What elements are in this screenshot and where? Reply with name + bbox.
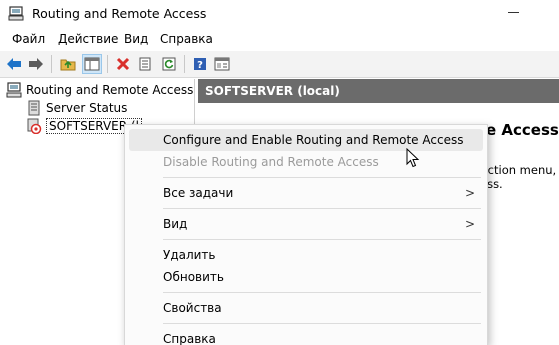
menu-view[interactable]: Вид xyxy=(124,32,148,46)
toolbar: ? xyxy=(0,51,559,78)
ctx-help[interactable]: Справка xyxy=(129,328,483,345)
server-icon xyxy=(6,82,22,98)
ctx-view[interactable]: Вид > xyxy=(129,213,483,235)
ctx-disable: Disable Routing and Remote Access xyxy=(163,155,379,169)
menu-separator xyxy=(163,239,481,240)
ctx-delete[interactable]: Удалить xyxy=(129,244,483,266)
svg-text:?: ? xyxy=(197,60,203,71)
mouse-cursor-icon xyxy=(406,148,420,168)
title-bar: Routing and Remote Access xyxy=(0,0,559,27)
show-hide-tree-icon[interactable] xyxy=(82,54,102,74)
details-text: Action menu, xyxy=(480,163,557,177)
details-heading: e Access xyxy=(486,121,559,139)
context-menu: Configure and Enable Routing and Remote … xyxy=(124,124,488,345)
details-header-title: SOFTSERVER (local) xyxy=(205,84,340,98)
server-stopped-icon xyxy=(27,118,42,134)
menu-file[interactable]: Файл xyxy=(12,32,45,46)
menu-separator xyxy=(163,323,481,324)
menu-separator xyxy=(163,292,481,293)
tree-item-server-status[interactable]: Server Status xyxy=(26,99,127,117)
tree-root-label: Routing and Remote Access xyxy=(26,83,194,97)
ctx-refresh[interactable]: Обновить xyxy=(129,266,483,288)
tree-root[interactable]: Routing and Remote Access xyxy=(6,81,193,99)
help-icon[interactable]: ? xyxy=(190,54,210,74)
menu-separator xyxy=(163,177,481,178)
up-folder-icon[interactable] xyxy=(58,54,78,74)
chevron-right-icon: > xyxy=(464,217,475,231)
menu-separator xyxy=(163,208,481,209)
ctx-properties[interactable]: Свойства xyxy=(129,297,483,319)
refresh-icon[interactable] xyxy=(159,54,179,74)
chevron-right-icon: > xyxy=(464,186,475,200)
forward-arrow-icon[interactable] xyxy=(26,54,46,74)
server-status-icon xyxy=(28,100,40,116)
menu-help[interactable]: Справка xyxy=(160,32,213,46)
properties-icon[interactable] xyxy=(135,54,155,74)
tree-item-label: Server Status xyxy=(46,101,128,115)
console-view-icon[interactable] xyxy=(212,54,232,74)
ctx-all-tasks[interactable]: Все задачи > xyxy=(129,182,483,204)
window-title: Routing and Remote Access xyxy=(32,6,207,21)
minimize-icon[interactable] xyxy=(508,12,519,13)
server-icon xyxy=(8,6,24,21)
menu-bar: Файл Действие Вид Справка xyxy=(0,27,559,51)
back-arrow-icon[interactable] xyxy=(4,54,24,74)
delete-icon[interactable] xyxy=(113,54,133,74)
menu-action[interactable]: Действие xyxy=(58,32,118,46)
ctx-configure-enable[interactable]: Configure and Enable Routing and Remote … xyxy=(129,129,483,151)
details-header: SOFTSERVER (local) xyxy=(198,79,559,103)
